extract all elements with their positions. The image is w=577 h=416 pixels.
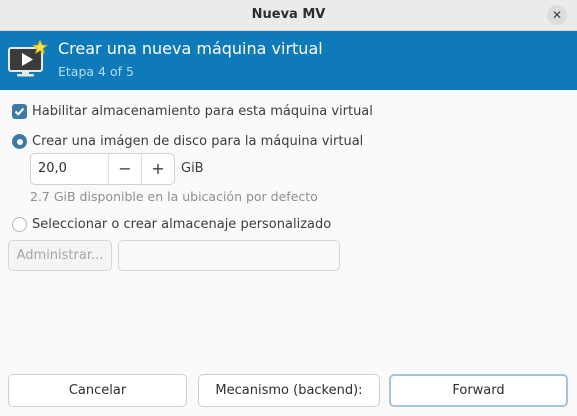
available-space-hint: 2.7 GiB disponible en la ubicación por d… [30,189,318,204]
manage-button[interactable]: Administrar... [8,240,112,271]
banner-title: Crear una nueva máquina virtual [58,39,323,58]
close-icon[interactable]: ✕ [547,5,567,25]
banner-step: Etapa 4 of 5 [58,64,134,79]
backend-button[interactable]: Mecanismo (backend): [198,374,380,407]
increment-icon[interactable]: + [141,154,174,184]
enable-storage-label: Habilitar almacenamiento para esta máqui… [32,104,373,119]
decrement-icon[interactable]: − [108,154,141,184]
vm-monitor-star-icon [8,39,48,77]
custom-storage-radio[interactable] [12,217,27,232]
cancel-button[interactable]: Cancelar [8,374,187,407]
disk-size-spinbutton[interactable]: 20,0 − + [30,153,175,185]
create-image-row[interactable]: Crear una imágen de disco para la máquin… [12,134,363,149]
forward-button[interactable]: Forward [389,374,568,407]
wizard-banner: Crear una nueva máquina virtual Etapa 4 … [0,31,577,90]
create-image-label: Crear una imágen de disco para la máquin… [32,134,364,149]
enable-storage-checkbox[interactable] [12,104,27,119]
window-title: Nueva MV [251,7,326,22]
custom-storage-row[interactable]: Seleccionar o crear almacenaje personali… [12,217,331,232]
disk-size-input[interactable]: 20,0 [31,154,108,184]
enable-storage-row[interactable]: Habilitar almacenamiento para esta máqui… [12,104,373,119]
custom-storage-label: Seleccionar o crear almacenaje personali… [32,217,332,232]
title-bar: Nueva MV ✕ [0,0,577,31]
storage-path-field[interactable] [118,240,340,271]
create-image-radio[interactable] [12,134,27,149]
disk-size-unit: GiB [181,161,204,176]
checkmark-icon [14,107,25,116]
